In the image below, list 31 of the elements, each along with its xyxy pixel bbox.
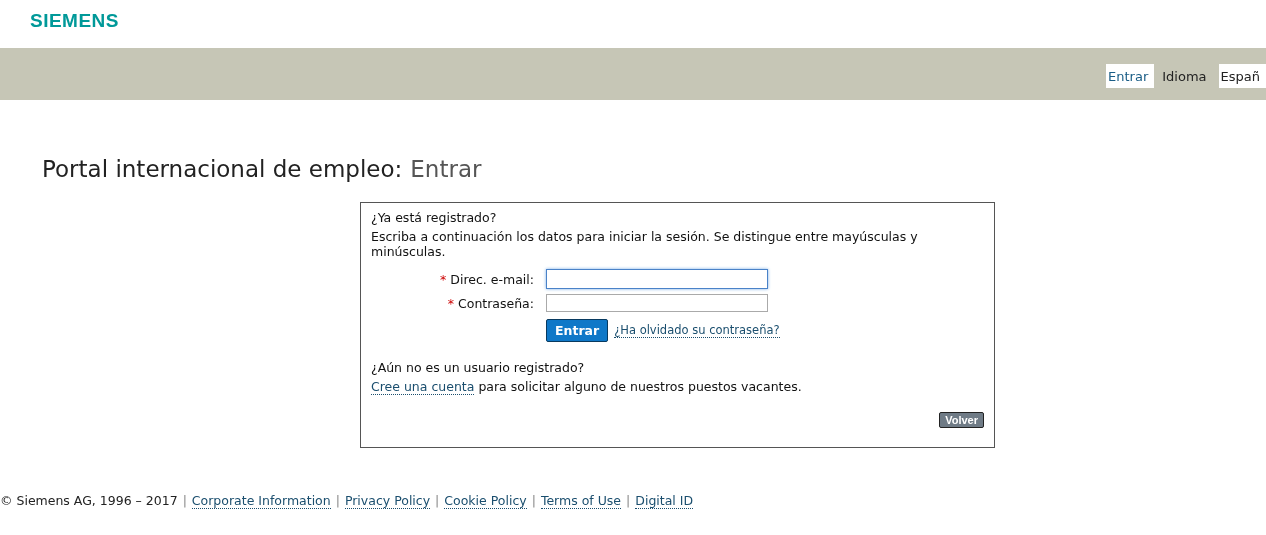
instructions-text: Escriba a continuación los datos para iniciar la sesión. Se distingue entre mayúsculas y minúsculas. — [371, 229, 919, 259]
section-heading: ¿Ya está registrado? — [371, 210, 498, 225]
footer-link[interactable]: Cookie Policy — [444, 493, 527, 509]
section-heading: ¿Aún no es un usuario registrado? — [371, 360, 586, 375]
required-mark: * — [447, 295, 454, 311]
separator: | — [435, 493, 440, 509]
footer-link[interactable]: Corporate Information — [191, 493, 331, 509]
input-field[interactable] — [546, 269, 768, 289]
register-text: para solicitar alguno de nuestros puestos vacantes. — [478, 379, 802, 394]
separator: | — [626, 493, 631, 509]
create-account-link[interactable]: Cree una cuenta — [371, 379, 475, 395]
page-title: Portal internacional de empleo: — [42, 156, 403, 182]
copyright-text: © Siemens AG, 1996 – 2017 — [0, 493, 178, 509]
separator: | — [335, 493, 340, 509]
page-subtitle: Entrar — [410, 156, 482, 182]
field-label: Direc. e-mail: — [450, 271, 534, 287]
login-button[interactable]: Entrar — [546, 319, 609, 342]
language-select[interactable]: Españ — [1218, 64, 1266, 88]
siemens-logo: SIEMENS — [30, 10, 120, 32]
footer-link[interactable]: Terms of Use — [540, 493, 622, 509]
input-field[interactable] — [546, 294, 768, 312]
required-mark: * — [440, 271, 447, 287]
separator: | — [182, 493, 187, 509]
footer-link[interactable]: Digital ID — [635, 493, 694, 509]
forgot-password-link[interactable]: ¿Ha olvidado su contraseña? — [614, 323, 780, 338]
back-button[interactable]: Volver — [939, 412, 984, 428]
separator: | — [531, 493, 536, 509]
login-link[interactable]: Entrar — [1106, 64, 1155, 88]
footer-link[interactable]: Privacy Policy — [344, 493, 431, 509]
field-label: Contraseña: — [458, 295, 534, 311]
language-label: Idioma — [1161, 68, 1208, 86]
